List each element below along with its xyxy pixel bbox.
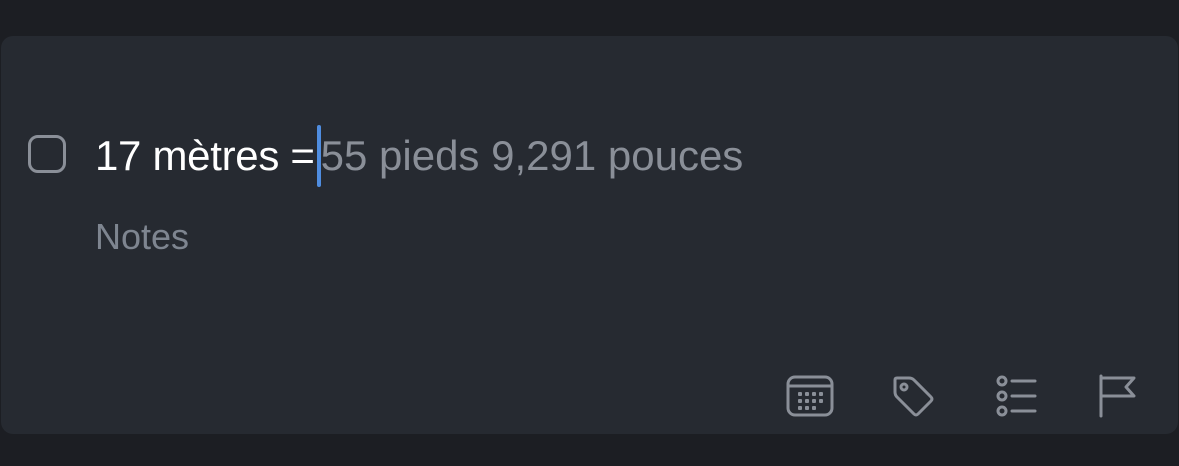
tag-button[interactable] <box>887 372 939 420</box>
tag-icon <box>893 376 934 417</box>
task-checkbox[interactable] <box>28 135 66 173</box>
conversion-suggestion[interactable]: 55 pieds 9,291 pouces <box>321 132 744 180</box>
calendar-icon <box>786 375 834 417</box>
checklist-button[interactable] <box>990 372 1042 420</box>
calendar-button[interactable] <box>784 372 836 420</box>
task-title-text[interactable]: 17 mètres = <box>95 132 315 180</box>
task-title-field[interactable]: 17 mètres = 55 pieds 9,291 pouces <box>95 125 744 187</box>
checklist-icon <box>996 375 1037 417</box>
notes-field[interactable]: Notes <box>95 216 189 258</box>
flag-icon <box>1099 374 1136 418</box>
flag-button[interactable] <box>1091 372 1143 420</box>
task-editor-card: 17 mètres = 55 pieds 9,291 pouces Notes <box>1 36 1178 434</box>
